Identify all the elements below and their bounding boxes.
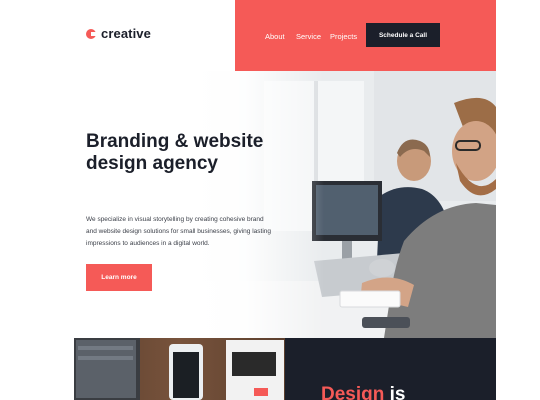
nav-link-projects[interactable]: Projects [330,32,357,41]
schedule-call-button[interactable]: Schedule a Call [366,23,440,47]
dark-panel: Design is [285,338,496,400]
photo-fade-overlay [194,71,324,338]
desk-illustration [74,338,285,400]
logo[interactable]: creative [86,26,151,41]
heading-accent: Design [321,384,385,400]
heading-rest: is [384,384,406,400]
desk-photo [74,338,285,400]
learn-more-button[interactable]: Learn more [86,264,152,291]
landing-page: creative About Service Projects Schedule… [74,0,496,400]
nav-panel: About Service Projects Schedule a Call [235,0,496,71]
design-section: Design is [74,338,496,400]
section-heading: Design is [321,384,405,400]
hero-section: Branding & website design agency We spec… [74,71,496,338]
nav-link-service[interactable]: Service [296,32,321,41]
logo-mark-icon [86,28,97,39]
hero-description: We specialize in visual storytelling by … [86,216,271,247]
nav-link-about[interactable]: About [265,32,285,41]
logo-text: creative [101,26,151,41]
hero-title: Branding & website design agency [86,131,264,174]
